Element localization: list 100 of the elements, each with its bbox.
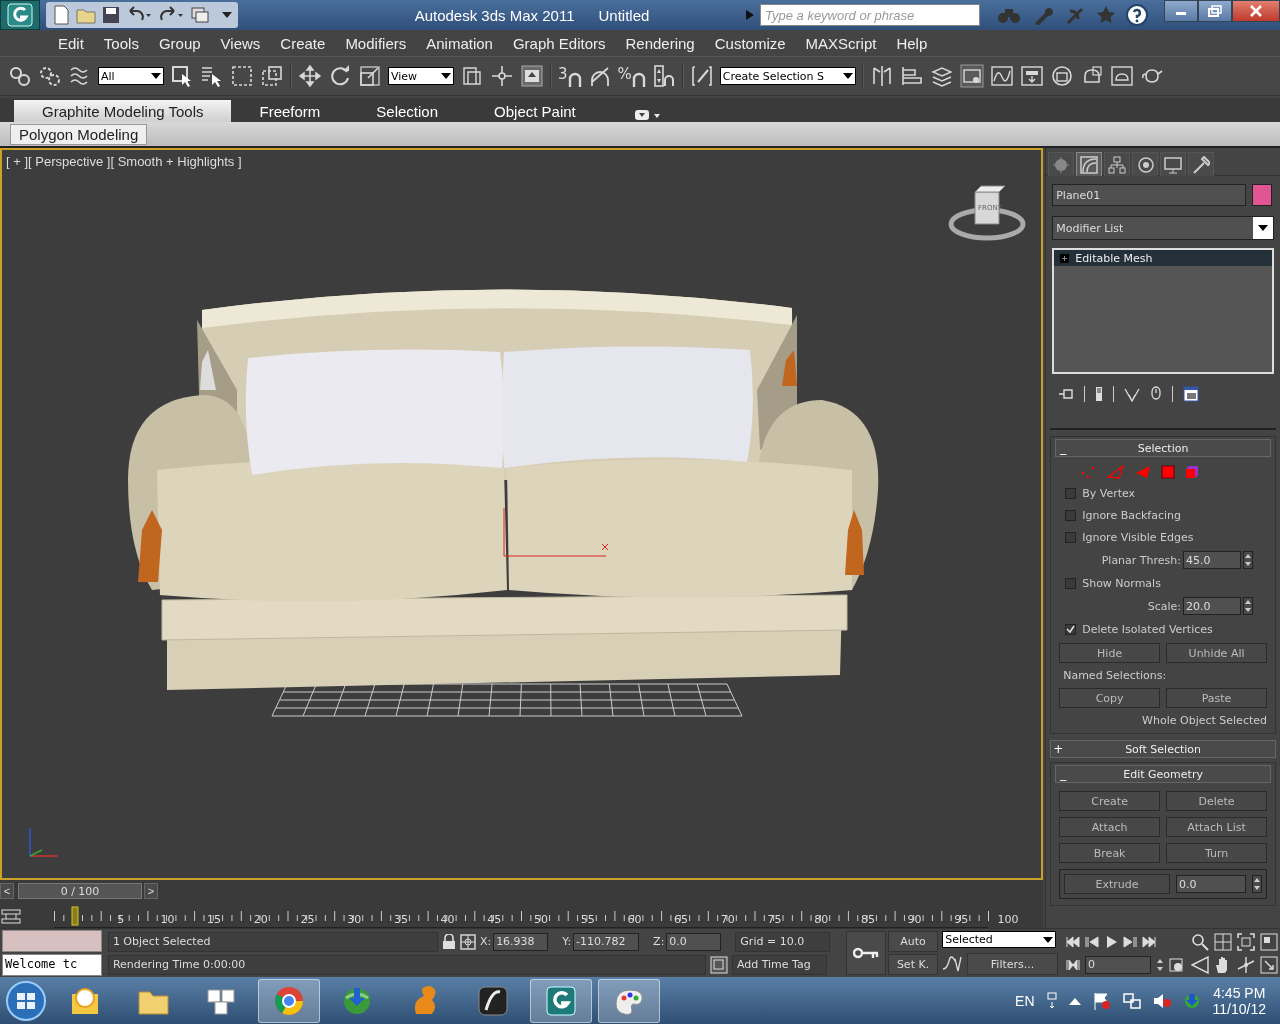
rendered-frame-icon[interactable] (1109, 64, 1134, 88)
set-key-mode-button[interactable]: Set K. (887, 954, 939, 975)
next-key-icon[interactable] (1123, 934, 1137, 949)
menu-item[interactable]: Modifiers (335, 34, 417, 52)
spinner-arrows-icon[interactable] (1252, 875, 1262, 893)
edge-level-icon[interactable] (1107, 465, 1126, 479)
star-icon[interactable] (1096, 5, 1116, 25)
go-to-start-icon[interactable] (1066, 934, 1080, 949)
previous-frame-button[interactable]: < (0, 883, 14, 899)
maxscript-output-field[interactable]: Welcome tc (2, 954, 102, 976)
key-curve-icon[interactable] (942, 955, 963, 973)
help-icon[interactable] (1126, 4, 1148, 26)
checkbox[interactable] (1065, 531, 1077, 543)
schematic-view-icon[interactable] (1019, 64, 1044, 88)
spinner-arrows-icon[interactable] (1243, 551, 1253, 569)
graphite-toggle-icon[interactable] (959, 64, 984, 88)
minimize-button[interactable] (1164, 0, 1198, 22)
object-name-field[interactable]: Plane01 (1052, 184, 1247, 206)
rollout-header[interactable]: _ Edit Geometry (1055, 765, 1271, 783)
current-frame-marker[interactable] (71, 906, 79, 926)
ribbon-tab[interactable]: Freeform (231, 100, 349, 122)
absolute-mode-icon[interactable] (459, 933, 476, 950)
command-button[interactable]: Turn (1166, 843, 1267, 863)
checkbox[interactable] (1065, 509, 1077, 521)
checkbox[interactable] (1065, 577, 1077, 589)
menu-item[interactable]: Edit (48, 34, 94, 52)
play-icon[interactable] (1104, 934, 1118, 949)
save-icon[interactable] (102, 6, 120, 24)
command-panel-tab[interactable] (1132, 152, 1159, 176)
previous-key-icon[interactable] (1085, 934, 1099, 949)
maximize-viewport-icon[interactable] (1260, 955, 1278, 974)
time-tag-icon[interactable] (709, 955, 728, 974)
zoom-all-icon[interactable] (1214, 932, 1232, 951)
command-button[interactable]: Create (1059, 791, 1161, 811)
unlink-icon[interactable] (38, 64, 62, 88)
configure-sets-icon[interactable] (1183, 386, 1200, 402)
time-configuration-icon[interactable] (1169, 957, 1183, 972)
spinner-snap-icon[interactable] (651, 64, 676, 88)
new-file-icon[interactable] (52, 5, 70, 25)
rollout-header[interactable]: _ Selection (1055, 439, 1271, 457)
ribbon-options-icon[interactable] (633, 108, 660, 122)
rectangle-selection-icon[interactable] (230, 64, 254, 88)
y-coordinate-field[interactable]: -110.782 (573, 932, 640, 951)
z-coordinate-field[interactable]: 0.0 (666, 932, 722, 951)
add-time-tag-button[interactable]: Add Time Tag (731, 954, 827, 975)
layers-icon[interactable] (929, 64, 954, 88)
lock-icon[interactable] (441, 933, 456, 950)
stack-item[interactable]: Editable Mesh (1054, 250, 1272, 266)
edit-named-selection-icon[interactable] (689, 64, 714, 88)
rotate-icon[interactable] (328, 64, 352, 88)
reference-coordinate-dropdown[interactable]: View (388, 67, 454, 85)
spinner-arrows-icon[interactable] (1243, 597, 1253, 615)
object-color-swatch[interactable] (1252, 184, 1273, 206)
menu-item[interactable]: MAXScript (795, 34, 887, 52)
checkbox[interactable] (1065, 623, 1077, 635)
face-level-icon[interactable] (1135, 465, 1152, 479)
link-icon[interactable] (8, 64, 32, 88)
selection-filter-dropdown[interactable]: All (98, 67, 164, 85)
command-panel-tab[interactable] (1076, 152, 1103, 176)
zoom-extents-all-icon[interactable] (1260, 932, 1278, 951)
maximize-button[interactable] (1198, 0, 1232, 22)
menu-item[interactable]: Views (210, 34, 271, 52)
time-slider-thumb[interactable]: 0 / 100 (18, 883, 142, 899)
spinner-field[interactable]: 0.0 (1176, 875, 1246, 893)
menu-item[interactable]: Rendering (615, 34, 705, 52)
command-button[interactable]: Attach List (1166, 817, 1267, 837)
window-crossing-icon[interactable] (260, 64, 284, 88)
command-button[interactable]: Extrude (1064, 874, 1170, 894)
go-to-end-icon[interactable] (1142, 934, 1156, 949)
align-icon[interactable] (899, 64, 924, 88)
snap-dimension-label[interactable]: 3 (558, 65, 568, 83)
orbit-icon[interactable] (1237, 955, 1255, 974)
start-button[interactable] (4, 979, 48, 1023)
key-filter-dropdown[interactable]: Selected (942, 931, 1057, 948)
curve-editor-icon[interactable] (989, 64, 1014, 88)
move-icon[interactable] (298, 64, 322, 88)
app-menu-button[interactable] (0, 0, 40, 30)
make-unique-icon[interactable] (1124, 386, 1141, 402)
modifier-list-dropdown[interactable]: Modifier List (1052, 216, 1274, 240)
taskbar-app-button[interactable] (530, 979, 592, 1023)
pin-stack-icon[interactable] (1058, 387, 1075, 401)
x-coordinate-field[interactable]: 16.938 (493, 932, 549, 951)
show-end-result-icon[interactable] (1095, 386, 1104, 402)
menu-item[interactable]: Help (886, 34, 938, 52)
zoom-extents-icon[interactable] (1237, 932, 1255, 951)
network-icon[interactable] (1122, 992, 1141, 1010)
spinner-field[interactable]: 45.0 (1183, 551, 1241, 569)
checkbox[interactable] (1065, 487, 1077, 499)
element-level-icon[interactable] (1185, 465, 1200, 479)
zoom-icon[interactable] (1191, 932, 1209, 951)
set-key-button[interactable] (845, 931, 886, 975)
ribbon-tab[interactable]: Object Paint (466, 100, 604, 122)
scale-icon[interactable] (358, 64, 382, 88)
command-button[interactable]: Unhide All (1166, 643, 1267, 663)
show-hidden-icons-icon[interactable] (1068, 997, 1081, 1005)
menu-item[interactable]: Customize (704, 34, 796, 52)
search-field[interactable]: Type a keyword or phrase (760, 4, 980, 26)
muted-speaker-icon[interactable] (1152, 992, 1171, 1010)
close-button[interactable] (1232, 0, 1280, 22)
auto-key-button[interactable]: Auto (887, 931, 939, 952)
